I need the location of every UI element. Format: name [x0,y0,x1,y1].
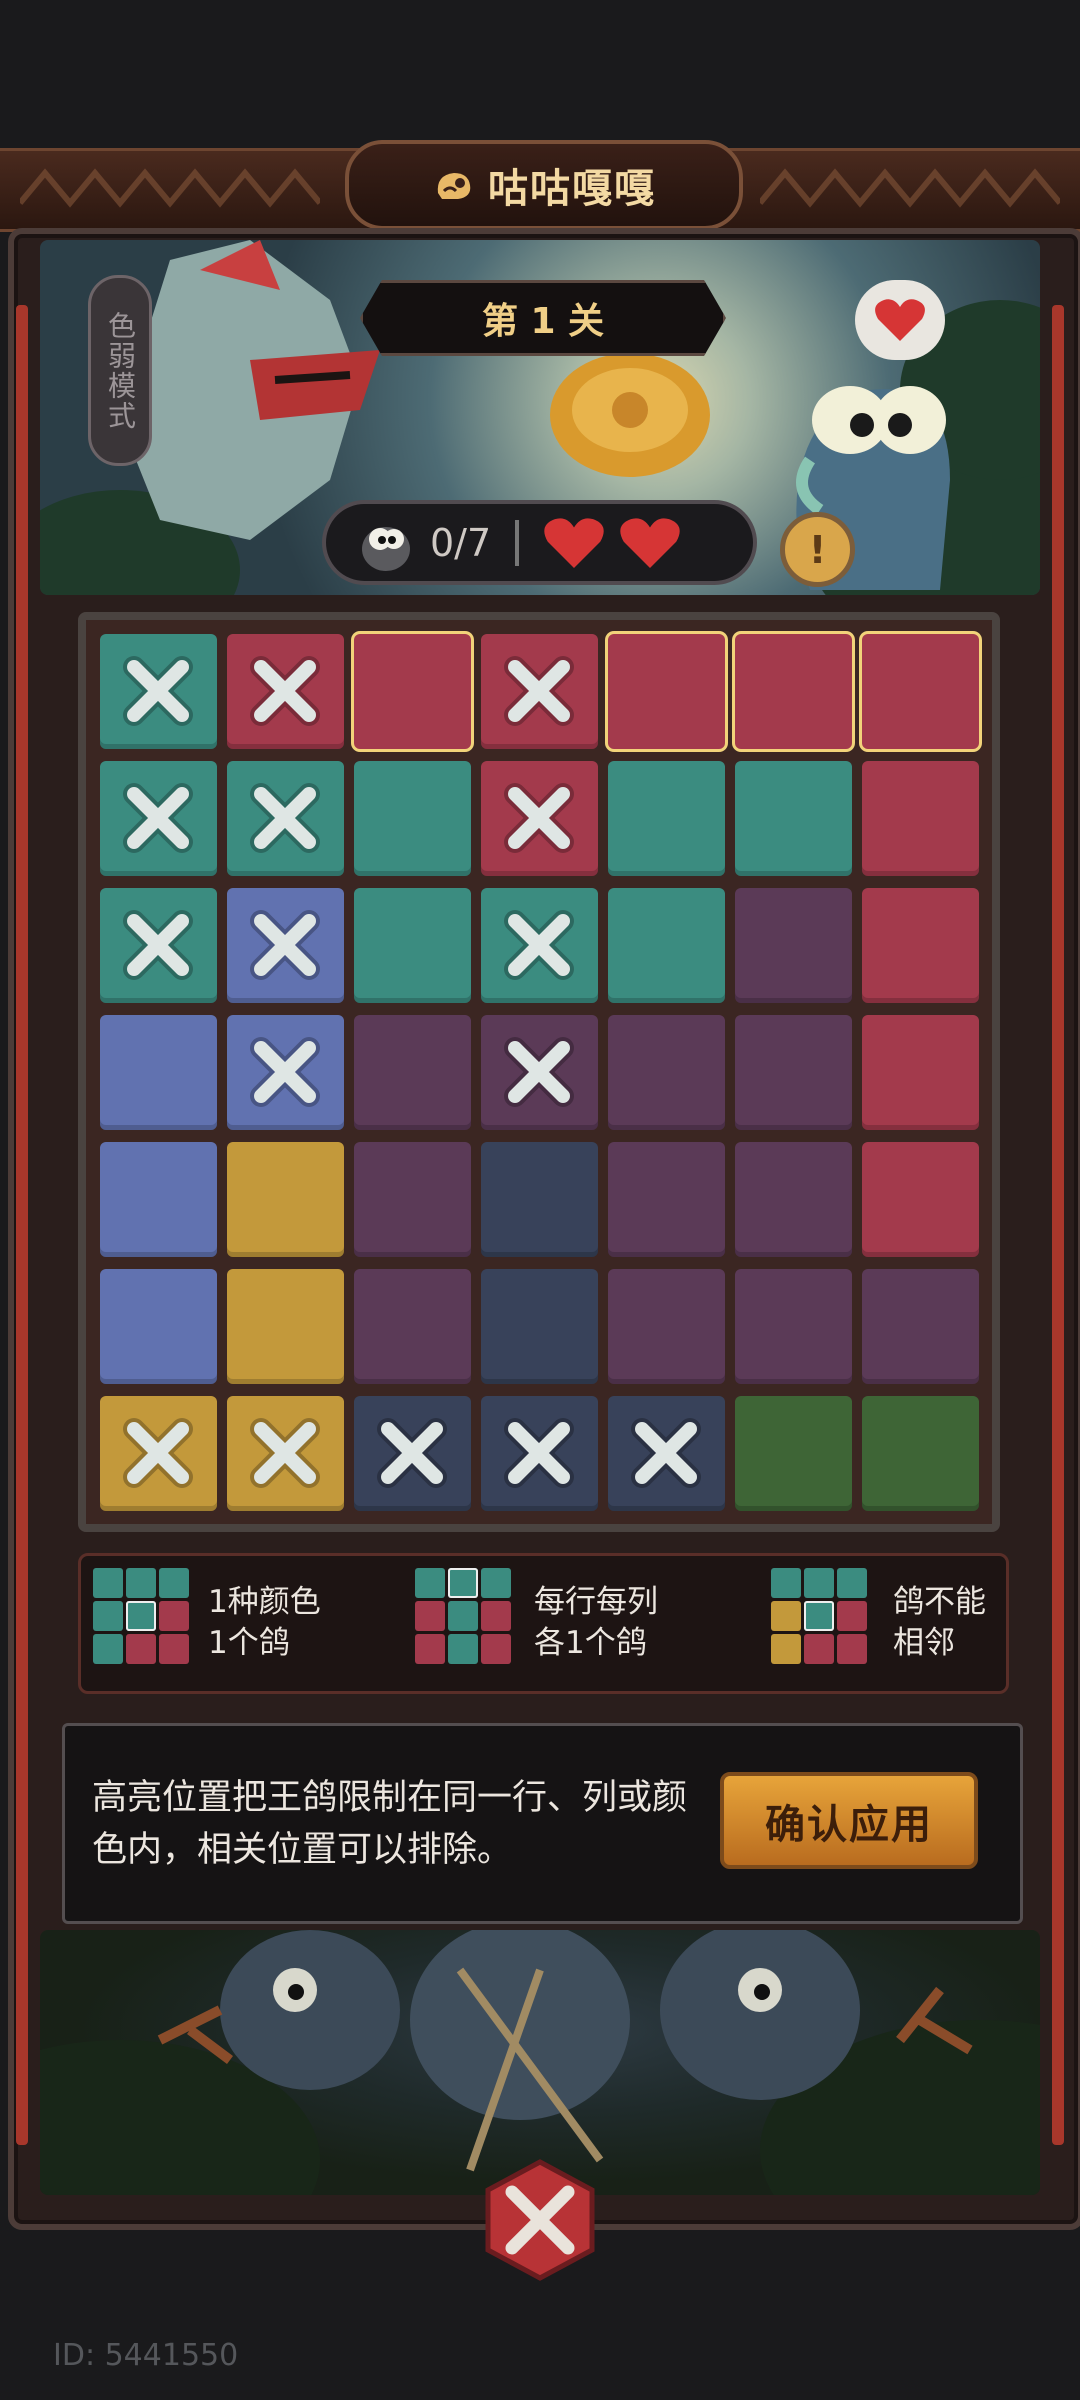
board-cell[interactable] [100,888,217,1003]
board-cell[interactable] [735,1269,852,1384]
close-button[interactable] [478,2158,602,2282]
board-cell[interactable] [354,1396,471,1511]
cross-mark-icon [250,656,320,726]
board-cell[interactable] [227,761,344,876]
board-cell[interactable] [481,1142,598,1257]
life-heart-icon [544,517,604,568]
level-label: 第 1 关 [360,280,726,356]
cross-mark-icon [504,910,574,980]
board-cell[interactable] [227,634,344,749]
board-cell[interactable] [354,761,471,876]
id-label: ID: 5441550 [53,2338,239,2373]
cross-mark-icon [123,1418,193,1488]
cross-mark-icon [504,656,574,726]
board-cell[interactable] [354,1015,471,1130]
board-cell[interactable] [862,1396,979,1511]
colorblind-mode-button[interactable]: 色弱模式 [88,275,152,466]
board-cell[interactable] [227,1269,344,1384]
confirm-apply-button[interactable]: 确认应用 [720,1772,978,1869]
board-cell[interactable] [354,1269,471,1384]
board-cell[interactable] [735,1015,852,1130]
board-cell[interactable] [608,1015,725,1130]
hint-button[interactable]: ! [780,512,855,587]
board-cell[interactable] [100,1015,217,1130]
heart-speech-bubble [855,280,945,360]
board-cell[interactable] [100,634,217,749]
board-cell[interactable] [862,888,979,1003]
left-rail [16,305,28,2145]
board-cell[interactable] [735,1142,852,1257]
board-cell[interactable] [608,1396,725,1511]
life-heart-icon [620,517,680,568]
banner-pattern-left [20,168,320,208]
hint-message: 高亮位置把王鸽限制在同一行、列或颜色内，相关位置可以排除。 [92,1778,688,1870]
board-cell[interactable] [735,888,852,1003]
cross-mark-icon [123,656,193,726]
cross-mark-icon [377,1418,447,1488]
board-cell[interactable] [481,1269,598,1384]
rule-one-color-text: 1种颜色 1个鸽 [208,1584,321,1661]
rule-no-adjacent-text: 鸽不能 相邻 [893,1584,986,1661]
board-cell[interactable] [227,888,344,1003]
lower-scene-illustration [40,1930,1040,2195]
cross-mark-icon [250,910,320,980]
progress-count: 0/7 [430,520,492,565]
cross-mark-icon [123,783,193,853]
rule-row-column-text: 每行每列 各1个鸽 [534,1584,658,1661]
board-cell[interactable] [608,888,725,1003]
board-cell[interactable] [100,1142,217,1257]
board-cell[interactable] [354,634,471,749]
game-title: 咕咕嘎嘎 [488,166,656,212]
board-cell[interactable] [227,1142,344,1257]
board-cell[interactable] [100,761,217,876]
rules-panel: 1种颜色 1个鸽 每行每列 各1个鸽 鸽不能 相邻 [78,1553,1009,1694]
board-cell[interactable] [735,761,852,876]
board-cell[interactable] [481,1396,598,1511]
cross-mark-icon [504,1037,574,1107]
cross-mark-icon [250,1418,320,1488]
banner-pattern-right [760,168,1060,208]
cross-mark-icon [250,783,320,853]
board-cell[interactable] [227,1015,344,1130]
cross-mark-icon [250,1037,320,1107]
board-cell[interactable] [608,634,725,749]
pigeon-emblem-icon [437,173,471,199]
status-separator [515,519,520,566]
cross-mark-icon [504,783,574,853]
board-cell[interactable] [862,1142,979,1257]
board-cell[interactable] [862,1269,979,1384]
board-cell[interactable] [862,1015,979,1130]
board-cell[interactable] [735,1396,852,1511]
board-cell[interactable] [608,1269,725,1384]
heart-icon [875,299,925,341]
board-cell[interactable] [608,1142,725,1257]
board-cell[interactable] [100,1396,217,1511]
board-cell[interactable] [227,1396,344,1511]
puzzle-board [78,612,1000,1532]
board-cell[interactable] [481,761,598,876]
board-cell[interactable] [735,634,852,749]
mooncake-prop [550,353,710,477]
board-cell[interactable] [481,1015,598,1130]
board-cell[interactable] [354,888,471,1003]
board-cell[interactable] [862,761,979,876]
board-cell[interactable] [354,1142,471,1257]
status-bar: 0/7 [322,500,757,585]
title-plate: 咕咕嘎嘎 [345,140,743,230]
board-cell[interactable] [481,634,598,749]
right-rail [1052,305,1064,2145]
cross-mark-icon [123,910,193,980]
board-cell[interactable] [862,634,979,749]
cross-mark-icon [631,1418,701,1488]
captured-pigeons-art [40,1930,1040,2195]
board-cell[interactable] [608,761,725,876]
pigeon-counter-icon [362,526,410,571]
board-cell[interactable] [100,1269,217,1384]
cross-mark-icon [504,1418,574,1488]
board-cell[interactable] [481,888,598,1003]
